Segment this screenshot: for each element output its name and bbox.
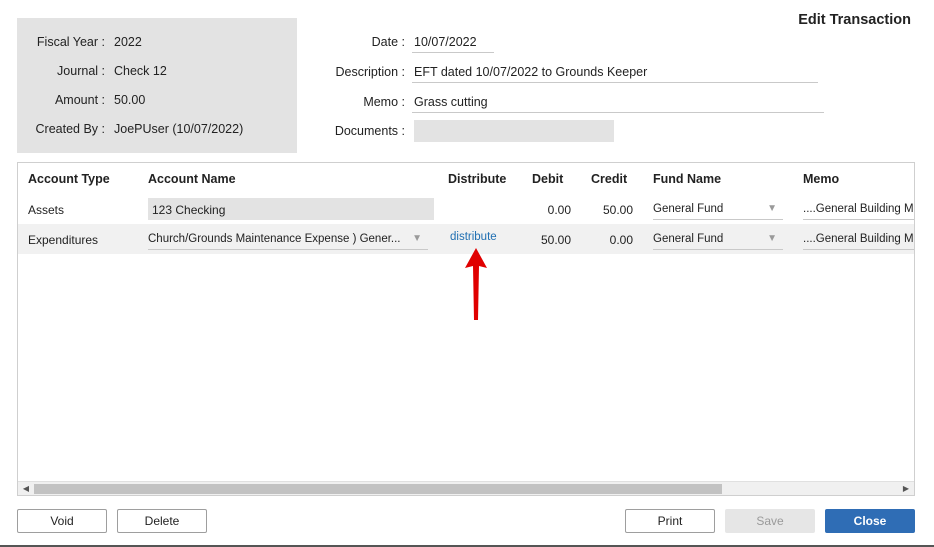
transaction-lines-grid: Account Type Account Name Distribute Deb…: [17, 162, 915, 496]
account-type-cell: Assets: [28, 203, 65, 217]
debit-cell[interactable]: 0.00: [523, 203, 571, 217]
chevron-down-icon: ▼: [767, 233, 777, 244]
fund-name-value: General Fund: [653, 233, 724, 245]
scroll-right-icon[interactable]: ▶: [900, 483, 912, 495]
memo-label-wrap: Memo :: [300, 91, 405, 113]
page-title: Edit Transaction: [798, 12, 911, 28]
account-type-cell: Expenditures: [28, 233, 99, 247]
date-label: Date :: [371, 35, 405, 49]
memo-cell-field[interactable]: ....General Building M: [803, 229, 914, 250]
horizontal-scrollbar[interactable]: ◀ ▶: [18, 481, 914, 495]
created-by-label: Created By :: [35, 122, 105, 136]
fund-name-value: General Fund: [653, 203, 724, 215]
fund-name-select[interactable]: General Fund ▼: [653, 229, 783, 250]
column-header-credit[interactable]: Credit: [591, 172, 627, 186]
date-field[interactable]: 10/07/2022: [412, 31, 494, 53]
chevron-down-icon: ▼: [412, 233, 422, 244]
save-button[interactable]: Save: [725, 509, 815, 533]
description-label: Description :: [335, 65, 405, 79]
fiscal-year-value: 2022: [114, 35, 142, 49]
distribute-link[interactable]: distribute: [450, 231, 497, 243]
column-header-account-type[interactable]: Account Type: [28, 172, 110, 186]
fund-name-select[interactable]: General Fund ▼: [653, 199, 783, 220]
up-arrow-icon: [465, 248, 487, 320]
account-name-value: Church/Grounds Maintenance Expense ) Gen…: [148, 233, 401, 245]
journal-row: Journal : Check 12: [17, 64, 297, 80]
grid-header: Account Type Account Name Distribute Deb…: [18, 163, 914, 194]
memo-field[interactable]: Grass cutting: [412, 91, 824, 113]
description-field[interactable]: EFT dated 10/07/2022 to Grounds Keeper: [412, 61, 818, 83]
credit-cell[interactable]: 0.00: [583, 233, 633, 247]
account-name-select[interactable]: Church/Grounds Maintenance Expense ) Gen…: [148, 229, 428, 250]
scroll-left-icon[interactable]: ◀: [20, 483, 32, 495]
created-by-value: JoePUser (10/07/2022): [114, 122, 244, 136]
memo-label: Memo :: [363, 95, 405, 109]
close-button[interactable]: Close: [825, 509, 915, 533]
created-by-row: Created By : JoePUser (10/07/2022): [17, 122, 297, 138]
scroll-thumb[interactable]: [34, 484, 722, 494]
date-label-wrap: Date :: [300, 31, 405, 53]
documents-label: Documents :: [334, 124, 405, 138]
credit-cell[interactable]: 50.00: [583, 203, 633, 217]
column-header-debit[interactable]: Debit: [532, 172, 563, 186]
void-button[interactable]: Void: [17, 509, 107, 533]
column-header-account-name[interactable]: Account Name: [148, 172, 236, 186]
transaction-info-panel: Fiscal Year : 2022 Journal : Check 12 Am…: [17, 18, 297, 153]
description-label-wrap: Description :: [300, 61, 405, 83]
journal-label: Journal :: [57, 64, 105, 78]
chevron-down-icon: ▼: [767, 203, 777, 214]
documents-label-wrap: Documents :: [300, 120, 405, 142]
print-button[interactable]: Print: [625, 509, 715, 533]
amount-row: Amount : 50.00: [17, 93, 297, 109]
journal-value: Check 12: [114, 64, 167, 78]
column-header-fund-name[interactable]: Fund Name: [653, 172, 721, 186]
column-header-distribute[interactable]: Distribute: [448, 172, 506, 186]
memo-cell-value: ....General Building M: [803, 203, 914, 215]
amount-label: Amount :: [54, 93, 105, 107]
annotation-arrow-shape: [465, 248, 487, 320]
debit-cell[interactable]: 50.00: [523, 233, 571, 247]
memo-cell-value: ....General Building M: [803, 233, 914, 245]
table-row[interactable]: Assets 123 Checking 0.00 50.00 General F…: [18, 194, 914, 224]
delete-button[interactable]: Delete: [117, 509, 207, 533]
column-header-memo[interactable]: Memo: [803, 172, 839, 186]
fiscal-year-row: Fiscal Year : 2022: [17, 35, 297, 51]
memo-cell-field[interactable]: ....General Building M: [803, 199, 914, 220]
amount-value: 50.00: [114, 93, 146, 107]
account-name-readonly: 123 Checking: [148, 198, 434, 220]
documents-field[interactable]: [414, 120, 614, 142]
fiscal-year-label: Fiscal Year :: [36, 35, 105, 49]
